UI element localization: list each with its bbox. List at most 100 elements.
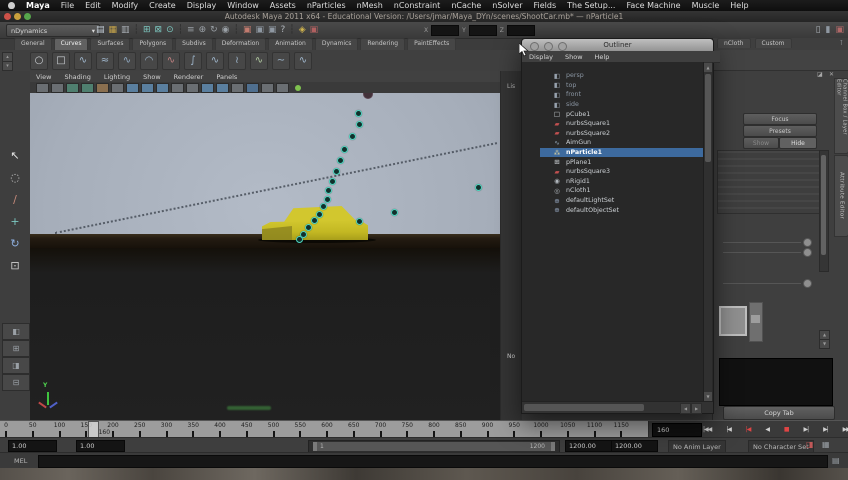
shelf-tab-animation[interactable]: Animation (268, 38, 313, 50)
tab-attribute-editor[interactable]: Attribute Editor (834, 155, 848, 237)
menubar-item-modify[interactable]: Modify (112, 1, 139, 10)
outliner-menu-help[interactable]: Help (595, 53, 610, 61)
scrollbar-thumb[interactable] (821, 155, 826, 255)
menubar-item-face-machine[interactable]: Face Machine (626, 1, 680, 10)
scroll-up-icon[interactable]: ▲ (704, 63, 712, 72)
map-button[interactable] (803, 279, 812, 288)
scroll-left-icon[interactable]: ◀ (680, 403, 691, 414)
cv-curve-icon[interactable]: ∿ (74, 51, 92, 70)
shelf-tab-curves[interactable]: Curves (53, 38, 89, 50)
x-coordinate-field[interactable] (431, 25, 460, 36)
lasso-tool-icon[interactable]: ◌ (3, 167, 27, 187)
viewport-toolbar-icon[interactable] (36, 82, 49, 93)
menubar-item-muscle[interactable]: Muscle (692, 1, 720, 10)
menubar-item-nparticles[interactable]: nParticles (307, 1, 346, 10)
scrollbar-thumb[interactable] (705, 74, 711, 162)
tab-channel-box[interactable]: Channel Box / Layer Editor (834, 78, 848, 154)
detach-curve-icon[interactable]: ≀ (228, 51, 246, 70)
outliner-item-top[interactable]: ◧ top (522, 81, 713, 91)
close-window-icon[interactable] (530, 41, 539, 51)
snap-point-icon[interactable]: ⊙ (166, 22, 174, 38)
menubar-item-the-setup[interactable]: The Setup... (567, 1, 615, 10)
step-forward-frame-button[interactable]: ▶| (823, 426, 829, 433)
shelf-tab-dynamics[interactable]: Dynamics (314, 38, 359, 50)
menubar-item-create[interactable]: Create (149, 1, 176, 10)
construction-icon[interactable]: ⊕ (199, 22, 207, 38)
curve-edit-icon[interactable]: ∫ (184, 51, 202, 70)
viewport-toolbar-icon[interactable] (261, 82, 274, 93)
menubar-item-maya[interactable]: Maya (26, 1, 50, 10)
viewport-toolbar-icon[interactable] (111, 82, 124, 93)
viewport-toolbar-icon[interactable] (216, 82, 229, 93)
shelf-tab-custom[interactable]: Custom (754, 38, 792, 48)
render-icon[interactable]: ▣ (243, 22, 252, 38)
z-coordinate-field[interactable] (506, 25, 535, 36)
panel-menu-shading[interactable]: Shading (64, 73, 90, 81)
viewport-toolbar-icon[interactable] (276, 82, 289, 93)
shelf-tab-deformation[interactable]: Deformation (214, 38, 267, 50)
attribute-list[interactable] (717, 150, 823, 214)
extend-curve-icon[interactable]: ∼ (272, 51, 290, 70)
outliner-item-nurbssquare1[interactable]: ▰ nurbsSquare1 (522, 119, 713, 129)
viewport-toolbar-icon[interactable] (126, 82, 139, 93)
step-forward-key-button[interactable]: ▶| (804, 426, 810, 433)
current-time-field[interactable]: 160 (652, 423, 702, 437)
outliner-item-ncloth1[interactable]: ◎ nCloth1 (522, 186, 713, 196)
y-coordinate-field[interactable] (468, 25, 497, 36)
rotate-tool-icon[interactable]: ↻ (3, 233, 27, 253)
viewport-toolbar-icon[interactable] (231, 82, 244, 93)
ipr-render-icon[interactable]: ▣ (255, 22, 264, 38)
go-to-end-button[interactable]: ▶▶| (843, 426, 848, 433)
apple-logo-icon[interactable] (8, 2, 15, 9)
shelf-menu-icon[interactable]: ⊺ (839, 39, 843, 47)
arc-tool-icon[interactable]: ◠ (140, 51, 158, 70)
close-window-icon[interactable] (4, 13, 11, 20)
outliner-item-persp[interactable]: ◧ persp (522, 71, 713, 81)
viewport-toolbar-icon[interactable] (171, 82, 184, 93)
layout-single-icon[interactable]: ◧ (2, 323, 30, 340)
menubar-item-assets[interactable]: Assets (270, 1, 296, 10)
shelf-tab-polygons[interactable]: Polygons (132, 38, 174, 50)
map-button[interactable] (803, 238, 812, 247)
toggle-attr-icon[interactable]: ▣ (835, 22, 844, 38)
timeline-ruler[interactable]: 0 50 100 150 200 250 300 350 400 450 500 550 600 650 7… (0, 421, 649, 440)
outliner-item-nparticle1[interactable]: ⁂ nParticle1 (522, 147, 713, 158)
layout-split-icon[interactable]: ◨ (2, 357, 30, 374)
viewport-canvas[interactable]: Y (30, 93, 500, 420)
shelf-next-icon[interactable]: ▾ (2, 61, 13, 71)
snap-curve-icon[interactable]: ⊠ (155, 22, 163, 38)
outliner-item-pcube1[interactable]: □ pCube1 (522, 109, 713, 119)
outliner-item-defaultlightset[interactable]: ⊕ defaultLightSet (522, 196, 713, 206)
smooth-curve-icon[interactable]: ∿ (294, 51, 312, 70)
menubar-item-fields[interactable]: Fields (533, 1, 556, 10)
step-back-key-button[interactable]: |◀ (746, 426, 752, 433)
circle-tool-icon[interactable]: ○ (30, 51, 48, 70)
viewport-toolbar-icon[interactable] (186, 82, 199, 93)
lock-icon[interactable]: ◈ (299, 22, 306, 38)
ep-curve-icon[interactable]: ≈ (96, 51, 114, 70)
scroll-down-icon[interactable]: ▼ (704, 392, 712, 401)
move-tool-icon[interactable]: + (3, 211, 27, 231)
outliner-item-pplane1[interactable]: ⊞ pPlane1 (522, 157, 713, 167)
minimize-window-icon[interactable] (544, 41, 553, 51)
zoom-window-icon[interactable] (24, 13, 31, 20)
pin-icon[interactable]: ◪ (817, 71, 823, 78)
history-icon[interactable]: ≡ (187, 22, 195, 38)
slider-thumb[interactable] (751, 315, 760, 323)
save-scene-icon[interactable]: ▥ (121, 22, 130, 38)
scroll-right-icon[interactable]: ▶ (691, 403, 702, 414)
square-tool-icon[interactable]: □ (52, 51, 70, 70)
menubar-item-window[interactable]: Window (227, 1, 259, 10)
select-tool-icon[interactable]: ↖ (3, 145, 27, 165)
snap-grid-icon[interactable]: ⊞ (143, 22, 151, 38)
paint-select-tool-icon[interactable]: ∕ (3, 189, 27, 209)
outliner-menu-show[interactable]: Show (565, 53, 583, 61)
menubar-item-nsolver[interactable]: nSolver (492, 1, 522, 10)
hide-button[interactable]: Hide (779, 137, 817, 149)
menubar-item-edit[interactable]: Edit (85, 1, 101, 10)
layout-persp-outliner-icon[interactable]: ⊟ (2, 374, 30, 391)
go-to-start-button[interactable]: |◀◀ (703, 426, 712, 433)
menubar-item-ncache[interactable]: nCache (451, 1, 481, 10)
spin-down-icon[interactable]: ▼ (819, 339, 830, 349)
outliner-item-aimgun[interactable]: ∿ AimGun (522, 138, 713, 148)
